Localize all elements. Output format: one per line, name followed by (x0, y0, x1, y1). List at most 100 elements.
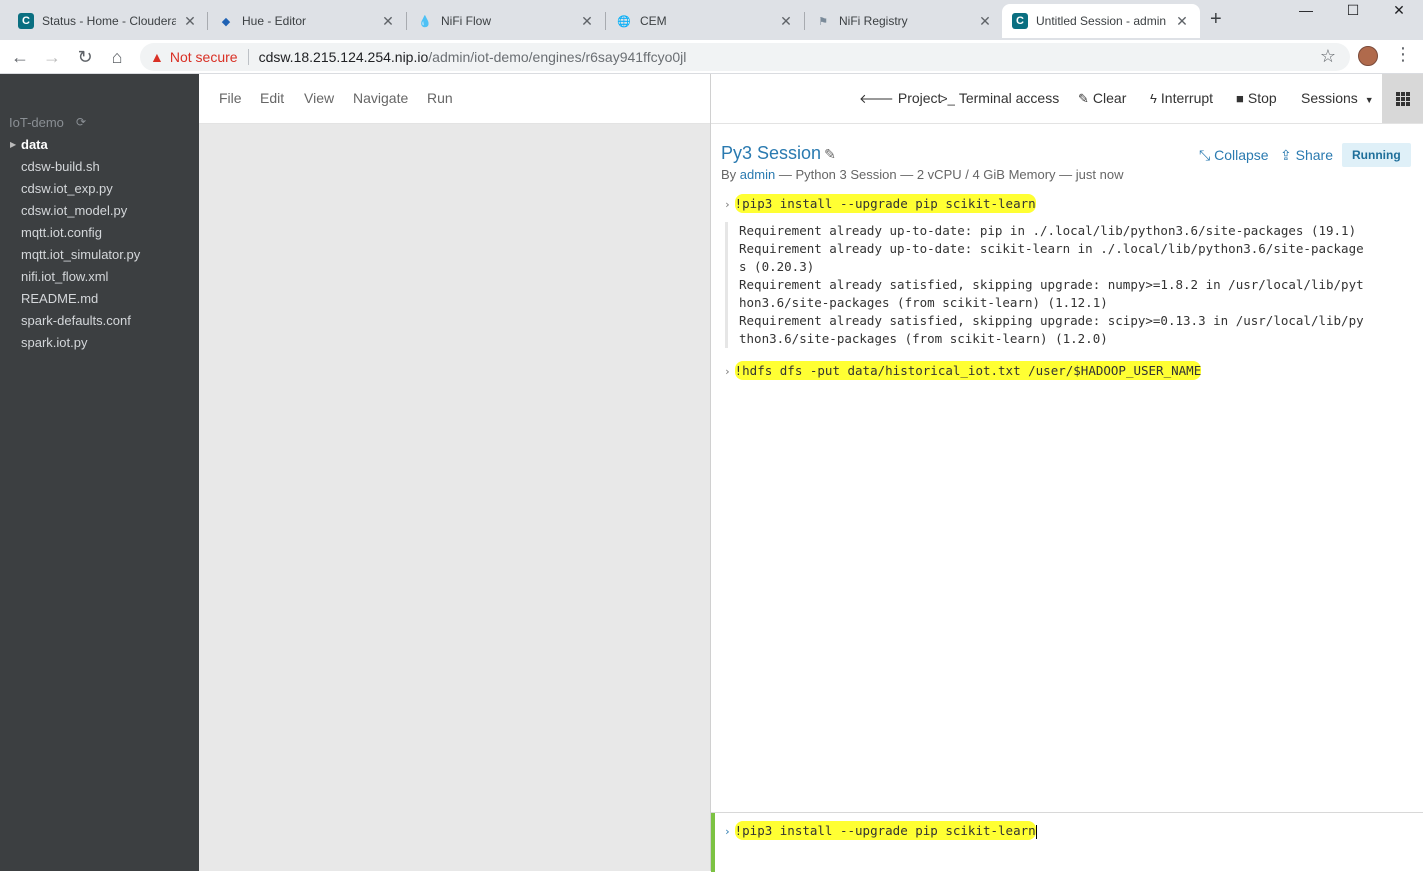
file-item[interactable]: mqtt.iot.config (0, 222, 199, 244)
tab-title: CEM (640, 14, 667, 28)
session-meta: By admin — Python 3 Session — 2 vCPU / 4… (721, 167, 1123, 182)
file-item[interactable]: cdsw.iot_model.py (0, 200, 199, 222)
close-icon[interactable]: ✕ (182, 13, 198, 30)
collapse-label: Collapse (1214, 147, 1269, 163)
editor-menu-bar: File Edit View Navigate Run (199, 74, 711, 124)
nifi-drop-icon: 💧 (418, 15, 432, 28)
close-icon[interactable]: ✕ (579, 13, 595, 30)
browser-tab-nifi-registry[interactable]: ⚑ NiFi Registry ✕ (805, 4, 1003, 38)
file-item[interactable]: cdsw.iot_exp.py (0, 178, 199, 200)
edit-icon[interactable]: ✎ (824, 146, 836, 162)
menu-run[interactable]: Run (427, 90, 453, 106)
profile-avatar[interactable] (1358, 46, 1378, 66)
session-toolbar: 🡐 Project >_ Terminal access ✎ Clear ϟ Inter… (711, 74, 1423, 124)
prompt-chevron-icon: › (724, 198, 731, 211)
tab-title: NiFi Registry (839, 14, 908, 28)
output-line: Requirement already satisfied, skipping … (739, 313, 1364, 328)
interrupt-label: Interrupt (1160, 90, 1214, 106)
share-button[interactable]: ⇪ Share (1280, 147, 1333, 164)
menu-view[interactable]: View (304, 90, 334, 106)
browser-tab-cloudera-status[interactable]: C Status - Home - Cloudera ✕ (8, 4, 208, 38)
tab-title: Status - Home - Cloudera (42, 14, 176, 28)
command-input-area[interactable]: › !pip3 install --upgrade pip scikit-lear… (711, 812, 1423, 872)
file-item[interactable]: mqtt.iot_simulator.py (0, 244, 199, 266)
file-item[interactable]: spark.iot.py (0, 332, 199, 354)
stop-button[interactable]: ■ Stop (1236, 90, 1277, 106)
browser-tab-hue[interactable]: ◆ Hue - Editor ✕ (208, 4, 406, 38)
caret-down-icon: ▼ (1364, 95, 1374, 105)
new-tab-button[interactable]: + (1210, 8, 1222, 31)
close-icon[interactable]: ✕ (1174, 13, 1190, 30)
interrupt-button[interactable]: ϟ Interrupt (1150, 90, 1213, 106)
arrow-left-icon: 🡐 (859, 91, 894, 106)
omnibox-divider (247, 49, 249, 65)
share-label: Share (1295, 147, 1333, 163)
tab-title: NiFi Flow (441, 14, 491, 28)
project-label: Project (897, 90, 942, 106)
collapse-icon: ⤡ (1199, 147, 1211, 163)
close-icon[interactable]: ✕ (380, 13, 396, 30)
session-user-link[interactable]: admin (740, 167, 775, 182)
minimize-button[interactable]: — (1283, 0, 1329, 22)
reload-icon[interactable]: ↻ (73, 45, 97, 69)
command-text: !hdfs dfs -put data/historical_iot.txt /… (734, 361, 1202, 380)
menu-navigate[interactable]: Navigate (353, 90, 408, 106)
collapse-button[interactable]: ⤡ Collapse (1199, 147, 1269, 164)
project-button[interactable]: 🡐 Project (859, 90, 941, 107)
file-item[interactable]: nifi.iot_flow.xml (0, 266, 199, 288)
refresh-icon[interactable]: ⟳ (76, 115, 86, 129)
back-arrow-icon[interactable]: ← (8, 45, 32, 69)
sessions-dropdown[interactable]: Sessions ▼ (1301, 90, 1374, 106)
file-item[interactable]: cdsw-build.sh (0, 156, 199, 178)
close-icon[interactable]: ✕ (977, 13, 993, 30)
prompt-chevron-icon: › (724, 825, 731, 838)
maximize-button[interactable]: ☐ (1330, 0, 1376, 22)
home-icon[interactable]: ⌂ (105, 45, 129, 69)
grid-icon (1395, 91, 1410, 106)
input-text[interactable]: !pip3 install --upgrade pip scikit-learn (734, 821, 1036, 840)
file-item[interactable]: README.md (0, 288, 199, 310)
window-close-button[interactable]: ✕ (1376, 0, 1422, 22)
bolt-icon: ϟ (1150, 91, 1157, 106)
prompt-chevron-icon: › (724, 365, 731, 378)
output-line: s (0.20.3) (739, 259, 815, 274)
close-icon[interactable]: ✕ (778, 13, 794, 30)
browser-tab-cem[interactable]: 🌐 CEM ✕ (606, 4, 804, 38)
terminal-icon: >_ (940, 91, 955, 106)
meta-by: By (721, 167, 737, 182)
cloudera-icon: C (18, 13, 34, 29)
editor-pane[interactable] (199, 124, 711, 871)
security-label[interactable]: Not secure (170, 49, 238, 65)
project-name[interactable]: IoT-demo (9, 115, 64, 130)
hue-icon: ◆ (221, 15, 231, 28)
sessions-label: Sessions (1301, 90, 1358, 106)
eraser-icon: ✎ (1078, 91, 1089, 106)
browser-menu-icon[interactable]: ⋮ (1394, 44, 1412, 65)
stop-square-icon: ■ (1236, 91, 1244, 106)
url-field[interactable]: ▲ Not secure cdsw.18.215.124.254.nip.io … (140, 43, 1350, 71)
file-label: data (21, 137, 48, 152)
output-line: thon3.6/site-packages (from scikit-learn… (739, 331, 1108, 346)
address-bar: ← → ↻ ⌂ ▲ Not secure cdsw.18.215.124.254… (0, 40, 1423, 74)
clear-button[interactable]: ✎ Clear (1078, 90, 1126, 107)
clear-label: Clear (1092, 90, 1127, 106)
browser-tab-nifi-flow[interactable]: 💧 NiFi Flow ✕ (407, 4, 605, 38)
menu-file[interactable]: File (219, 90, 242, 106)
command-line: › !hdfs dfs -put data/historical_iot.txt … (724, 361, 1202, 380)
session-title: Py3 Session ✎ (721, 143, 836, 164)
menu-edit[interactable]: Edit (260, 90, 284, 106)
session-console: Py3 Session ✎ By admin — Python 3 Session… (711, 124, 1423, 812)
folder-item-data[interactable]: ▶ data (0, 134, 199, 156)
tab-title: Untitled Session - admin / (1036, 14, 1168, 28)
command-input[interactable]: › !pip3 install --upgrade pip scikit-lear… (724, 821, 1037, 840)
file-tree: ▶ data cdsw-build.sh cdsw.iot_exp.py cds… (0, 134, 199, 354)
command-line: › !pip3 install --upgrade pip scikit-lear… (724, 194, 1036, 213)
browser-tab-session[interactable]: C Untitled Session - admin / ✕ (1002, 4, 1200, 38)
warning-icon: ▲ (150, 49, 164, 65)
apps-grid-button[interactable] (1382, 74, 1423, 123)
command-output: Requirement already up-to-date: pip in .… (725, 222, 1395, 348)
bookmark-star-icon[interactable]: ☆ (1320, 46, 1336, 67)
file-item[interactable]: spark-defaults.conf (0, 310, 199, 332)
terminal-access-button[interactable]: >_ Terminal access (940, 90, 1059, 106)
forward-arrow-icon[interactable]: → (40, 45, 64, 69)
